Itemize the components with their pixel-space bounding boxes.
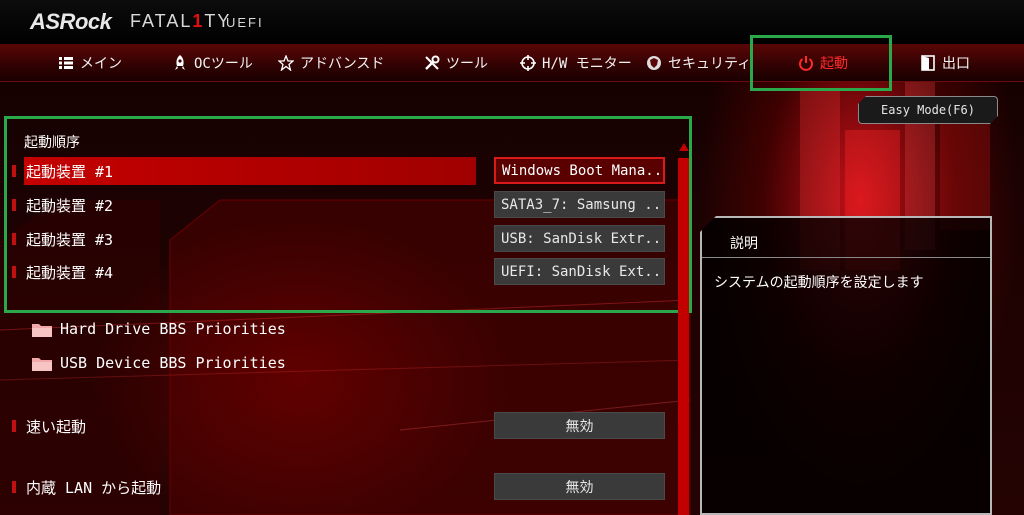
main-tab-bar: メイン OCツール アドバンスド ツール H/W モニター セキュリティ 起動 …: [0, 44, 1024, 82]
boot-device-3-value[interactable]: USB: SanDisk Extr...: [494, 225, 665, 252]
onboard-lan-boot-value[interactable]: 無効: [494, 473, 665, 500]
usb-device-bbs-priorities-label: USB Device BBS Priorities: [60, 354, 286, 372]
crosshair-icon: [520, 55, 536, 71]
row-marker: [12, 420, 16, 432]
tab-oc-tools[interactable]: OCツール: [172, 44, 253, 82]
boot-device-1-row[interactable]: 起動装置 #1: [12, 157, 478, 185]
description-title: 説明: [730, 236, 758, 252]
fatality-logo: FATAL1TY: [130, 11, 231, 32]
tab-main[interactable]: メイン: [58, 44, 122, 82]
star-icon: [278, 55, 294, 71]
shield-icon: [646, 55, 662, 71]
scroll-up-arrow-icon[interactable]: [678, 140, 689, 154]
boot-device-1-value[interactable]: Windows Boot Mana...: [494, 157, 665, 184]
fatality-logo-one: 1: [192, 11, 205, 31]
tab-tools[interactable]: ツール: [424, 44, 488, 82]
tab-boot-label: 起動: [820, 56, 848, 72]
tab-exit-label: 出口: [942, 56, 970, 72]
boot-order-section-title: 起動順序: [24, 135, 80, 151]
tab-boot[interactable]: 起動: [798, 44, 848, 82]
easy-mode-button[interactable]: Easy Mode(F6): [858, 96, 998, 124]
onboard-lan-boot-row[interactable]: 内蔵 LAN から起動: [12, 473, 478, 501]
uefi-logo: UEFI: [226, 15, 264, 30]
tab-security-label: セキュリティ: [668, 56, 752, 72]
boot-device-2-value[interactable]: SATA3_7: Samsung ...: [494, 191, 665, 218]
power-icon: [798, 55, 814, 71]
tab-tools-label: ツール: [446, 56, 488, 72]
onboard-lan-boot-label: 内蔵 LAN から起動: [26, 478, 162, 497]
tab-main-label: メイン: [80, 56, 122, 72]
boot-device-4-row[interactable]: 起動装置 #4: [12, 258, 478, 286]
folder-icon: [32, 357, 52, 371]
tab-hw-monitor-label: H/W モニター: [542, 56, 632, 72]
description-text: システムの起動順序を設定します: [714, 275, 924, 291]
boot-device-4-label: 起動装置 #4: [26, 263, 114, 282]
row-marker: [12, 165, 16, 177]
fast-boot-label: 速い起動: [26, 417, 87, 436]
row-marker: [12, 233, 16, 245]
boot-device-3-label: 起動装置 #3: [26, 230, 114, 249]
tab-security[interactable]: セキュリティ: [646, 44, 751, 82]
asrock-logo: ASRock: [30, 9, 112, 34]
tab-oc-tools-label: OCツール: [194, 56, 253, 72]
folder-icon: [32, 323, 52, 337]
description-divider: [702, 257, 990, 258]
row-marker: [12, 266, 16, 278]
boot-device-4-value[interactable]: UEFI: SanDisk Ext...: [494, 258, 665, 285]
boot-device-3-row[interactable]: 起動装置 #3: [12, 225, 478, 253]
top-header-bar: ASRock FATAL1TY UEFI: [0, 0, 1024, 44]
boot-device-2-row[interactable]: 起動装置 #2: [12, 191, 478, 219]
list-icon: [58, 55, 74, 71]
description-panel: [700, 216, 992, 515]
usb-device-bbs-priorities-item[interactable]: USB Device BBS Priorities: [32, 351, 286, 375]
boot-device-2-label: 起動装置 #2: [26, 196, 114, 215]
fast-boot-value[interactable]: 無効: [494, 412, 665, 439]
boot-device-1-label: 起動装置 #1: [26, 162, 114, 181]
tab-exit[interactable]: 出口: [920, 44, 970, 82]
hard-drive-bbs-priorities-item[interactable]: Hard Drive BBS Priorities: [32, 317, 286, 341]
hard-drive-bbs-priorities-label: Hard Drive BBS Priorities: [60, 320, 286, 338]
tab-advanced[interactable]: アドバンスド: [278, 44, 384, 82]
exit-door-icon: [920, 55, 936, 71]
tab-hw-monitor[interactable]: H/W モニター: [520, 44, 632, 82]
scrollbar[interactable]: [678, 158, 689, 515]
tools-icon: [424, 55, 440, 71]
row-marker: [12, 199, 16, 211]
tab-advanced-label: アドバンスド: [300, 56, 385, 72]
rocket-icon: [172, 55, 188, 71]
fatality-logo-text-a: FATAL: [130, 11, 193, 31]
fast-boot-row[interactable]: 速い起動: [12, 412, 478, 440]
row-marker: [12, 481, 16, 493]
